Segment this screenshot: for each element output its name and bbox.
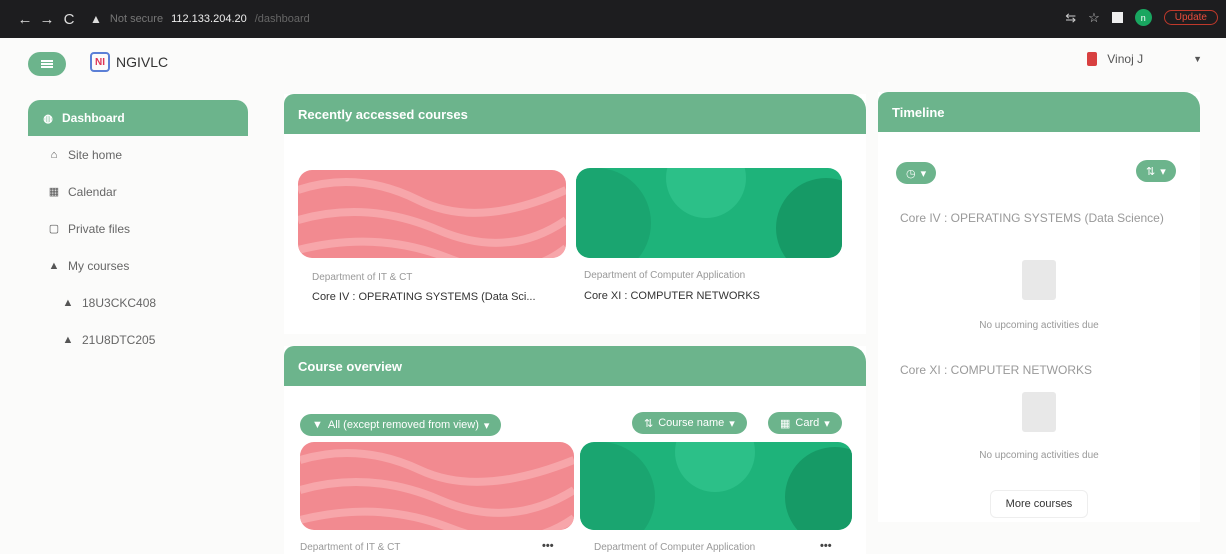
star-icon[interactable]: ☆ bbox=[1088, 10, 1100, 26]
forward-icon[interactable]: → bbox=[36, 11, 58, 28]
course-department: Department of IT & CT bbox=[312, 272, 413, 283]
address-bar[interactable]: ▲ Not secure 112.133.204.20 /dashboard bbox=[90, 12, 310, 26]
sidebar-item-label: Private files bbox=[68, 221, 131, 236]
view-dropdown[interactable]: ▦ Card ▾ bbox=[768, 412, 842, 434]
sidebar-item-private-files[interactable]: ▢ Private files bbox=[28, 210, 248, 247]
course-department: Department of IT & CT bbox=[300, 542, 401, 553]
dashboard-icon: ◍ bbox=[43, 112, 53, 125]
browser-actions: ⇆ ☆ n Update bbox=[1065, 9, 1218, 26]
profile-avatar[interactable]: n bbox=[1134, 9, 1152, 26]
timeline-sort-dropdown[interactable]: ⇅ ▾ bbox=[1136, 160, 1176, 182]
recent-courses-title: Recently accessed courses bbox=[284, 94, 866, 134]
course-pattern bbox=[576, 168, 842, 258]
address-ip: 112.133.204.20 bbox=[171, 13, 247, 25]
reload-icon[interactable]: C bbox=[58, 11, 80, 28]
no-activities-text: No upcoming activities due bbox=[979, 320, 1099, 331]
more-courses-button[interactable]: More courses bbox=[990, 490, 1088, 518]
timeline-course-title: Core IV : OPERATING SYSTEMS (Data Scienc… bbox=[900, 211, 1164, 225]
browser-toolbar: ← → C ▲ Not secure 112.133.204.20 /dashb… bbox=[0, 0, 1226, 38]
course-pattern bbox=[580, 442, 852, 530]
sidebar-item-label: 21U8DTC205 bbox=[82, 332, 156, 347]
user-icon bbox=[1087, 52, 1098, 66]
filter-dropdown[interactable]: ▼ All (except removed from view) ▾ bbox=[300, 414, 502, 436]
sidebar-item-course-1[interactable]: ▲ 18U3CKC408 bbox=[28, 284, 248, 321]
user-name: Vinoj J bbox=[1107, 52, 1144, 66]
course-department: Department of Computer Application bbox=[584, 270, 746, 281]
timeline-panel: Timeline ◷ ▾ ⇅ ▾ Core IV : OPERATING SYS… bbox=[878, 92, 1200, 522]
graduation-cap-icon: ▲ bbox=[48, 259, 60, 272]
chevron-down-icon: ▼ bbox=[1193, 54, 1202, 64]
sort-dropdown[interactable]: ⇅ Course name ▾ bbox=[632, 412, 747, 434]
sidebar-item-label: Site home bbox=[68, 147, 123, 162]
window-icon[interactable] bbox=[1111, 12, 1123, 23]
sidebar-item-label: Dashboard bbox=[62, 111, 125, 125]
sidebar-item-label: Calendar bbox=[68, 184, 117, 199]
home-icon: ⌂ bbox=[50, 148, 58, 161]
course-overview-title: Course overview bbox=[284, 346, 866, 386]
calendar-icon: ▦ bbox=[48, 186, 60, 198]
brand[interactable]: NI NGIVLC bbox=[90, 52, 168, 72]
share-icon[interactable]: ⇆ bbox=[1065, 10, 1076, 26]
user-menu[interactable]: Vinoj J ▼ bbox=[1087, 52, 1202, 66]
course-menu-icon[interactable]: ••• bbox=[820, 540, 832, 552]
back-icon[interactable]: ← bbox=[14, 11, 36, 28]
sidebar-item-site-home[interactable]: ⌂ Site home bbox=[28, 136, 248, 173]
chevron-down-icon: ▾ bbox=[483, 419, 490, 432]
timeline-course-title: Core XI : COMPUTER NETWORKS bbox=[900, 363, 1093, 377]
chevron-down-icon: ▾ bbox=[729, 417, 735, 430]
course-image[interactable] bbox=[576, 168, 842, 258]
recent-courses-panel: Recently accessed courses Department of … bbox=[284, 94, 866, 334]
timeline-filter-dropdown[interactable]: ◷ ▾ bbox=[896, 162, 937, 184]
sidebar-item-label: 18U3CKC408 bbox=[82, 295, 157, 310]
sidebar: ◍ Dashboard ⌂ Site home ▦ Calendar ▢ Pri… bbox=[28, 100, 248, 358]
course-link[interactable]: Core IV : OPERATING SYSTEMS (Data Sci... bbox=[312, 291, 536, 303]
sidebar-item-calendar[interactable]: ▦ Calendar bbox=[28, 173, 248, 210]
course-link[interactable]: Core XI : COMPUTER NETWORKS bbox=[584, 290, 760, 302]
brand-name: NGIVLC bbox=[116, 54, 169, 70]
chevron-down-icon: ▾ bbox=[1160, 165, 1166, 178]
course-image[interactable] bbox=[580, 442, 852, 530]
sort-label: Course name bbox=[658, 417, 725, 429]
graduation-cap-icon: ▲ bbox=[62, 333, 74, 346]
brand-logo: NI bbox=[90, 52, 110, 72]
course-department: Department of Computer Application bbox=[594, 542, 756, 553]
file-icon: ▢ bbox=[48, 223, 60, 235]
address-path: /dashboard bbox=[254, 13, 310, 25]
course-menu-icon[interactable]: ••• bbox=[542, 540, 554, 552]
hamburger-icon bbox=[41, 60, 53, 68]
course-pattern bbox=[298, 178, 566, 258]
no-activities-text: No upcoming activities due bbox=[979, 450, 1099, 461]
update-button[interactable]: Update bbox=[1163, 10, 1218, 25]
graduation-cap-icon: ▲ bbox=[62, 296, 74, 309]
sort-icon: ⇅ bbox=[644, 417, 654, 430]
sidebar-item-course-2[interactable]: ▲ 21U8DTC205 bbox=[28, 321, 248, 358]
menu-toggle-button[interactable] bbox=[28, 52, 66, 76]
view-label: Card bbox=[795, 417, 820, 429]
course-image[interactable] bbox=[298, 170, 566, 258]
course-overview-panel: Course overview ▼ All (except removed fr… bbox=[284, 346, 866, 554]
grid-icon: ▦ bbox=[780, 417, 791, 430]
site-header: NI NGIVLC Vinoj J ▼ bbox=[0, 38, 1226, 88]
sidebar-item-dashboard[interactable]: ◍ Dashboard bbox=[28, 100, 248, 136]
filter-icon: ▼ bbox=[312, 419, 323, 431]
no-activities-icon bbox=[1022, 260, 1056, 300]
sidebar-item-my-courses[interactable]: ▲ My courses bbox=[28, 247, 248, 284]
filter-label: All (except removed from view) bbox=[327, 419, 479, 431]
course-pattern bbox=[300, 448, 574, 530]
course-image[interactable] bbox=[300, 442, 574, 530]
no-activities-icon bbox=[1022, 392, 1056, 432]
warning-icon: ▲ bbox=[90, 12, 102, 26]
sort-icon: ⇅ bbox=[1146, 165, 1156, 178]
security-label: Not secure bbox=[109, 13, 164, 25]
timeline-title: Timeline bbox=[878, 92, 1200, 132]
sidebar-item-label: My courses bbox=[68, 258, 130, 273]
chevron-down-icon: ▾ bbox=[920, 167, 927, 180]
chevron-down-icon: ▾ bbox=[824, 417, 830, 430]
clock-icon: ◷ bbox=[906, 167, 916, 180]
